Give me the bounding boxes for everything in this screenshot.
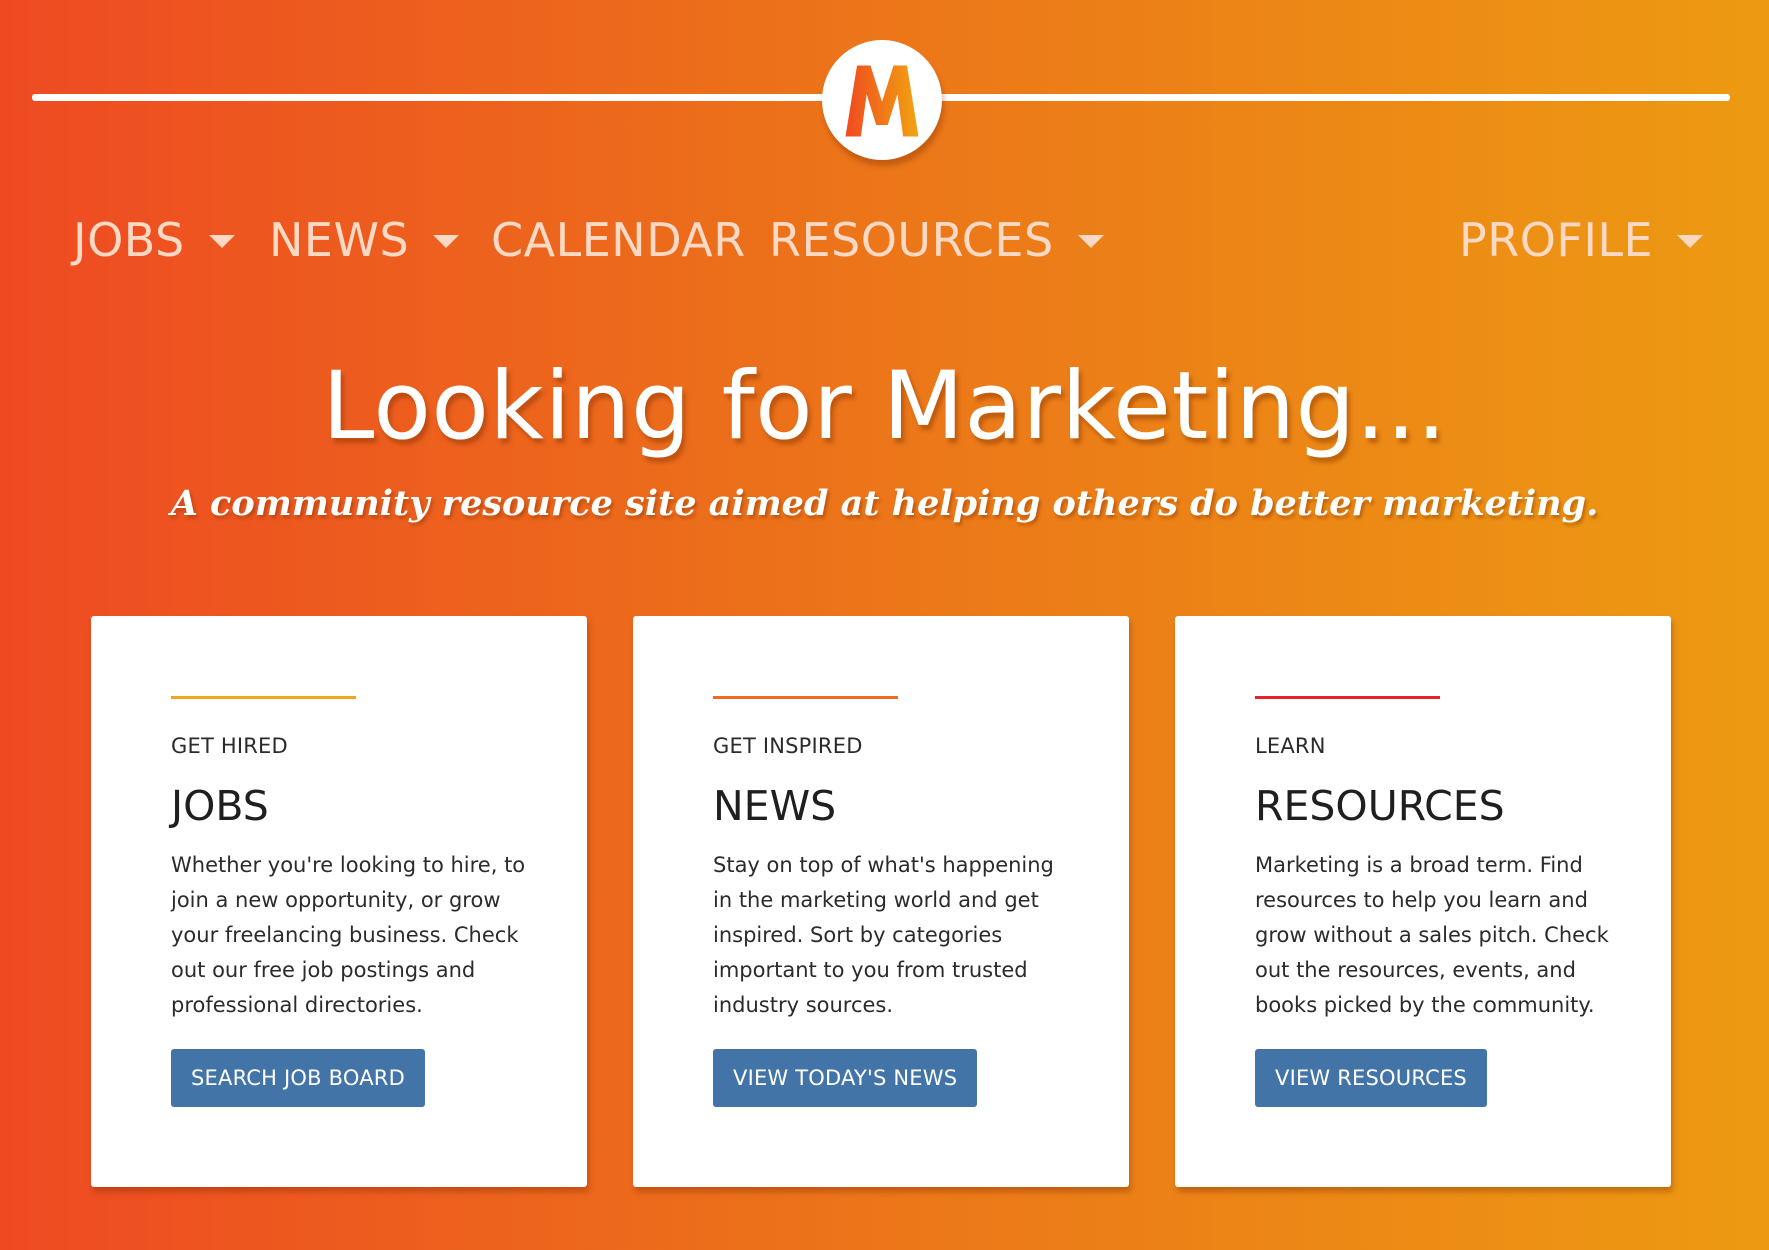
nav-item-news[interactable]: NEWS	[269, 205, 460, 275]
nav-item-label: PROFILE	[1459, 213, 1654, 267]
card-title: JOBS	[171, 782, 269, 830]
caret-down-icon	[208, 234, 235, 248]
hero-subtitle: A community resource site aimed at helpi…	[170, 483, 1599, 524]
card-accent-line	[713, 696, 898, 699]
card-description: Marketing is a broad term. Find resource…	[1255, 853, 1609, 1017]
card-accent-line	[171, 696, 356, 699]
nav-item-label: NEWS	[269, 213, 410, 267]
card-eyebrow: GET INSPIRED	[713, 734, 863, 758]
nav-item-jobs[interactable]: JOBS	[73, 205, 235, 275]
m-logo-icon	[845, 65, 919, 137]
nav-item-label: JOBS	[73, 213, 185, 267]
card-resources: LEARN RESOURCES Marketing is a broad ter…	[1175, 616, 1671, 1187]
caret-down-icon	[1677, 234, 1704, 248]
card-description: Whether you're looking to hire, to join …	[171, 853, 526, 1017]
main-nav: JOBS NEWS CALENDAR RESOURCES PROFILE	[0, 205, 1769, 275]
site-logo[interactable]	[822, 40, 942, 160]
nav-item-resources[interactable]: RESOURCES	[769, 205, 1104, 275]
card-jobs: GET HIRED JOBS Whether you're looking to…	[91, 616, 587, 1187]
hero-title: Looking for Marketing...	[322, 352, 1447, 461]
card-description: Stay on top of what's happening in the m…	[713, 853, 1054, 1017]
search-job-board-button[interactable]: SEARCH JOB BOARD	[171, 1049, 425, 1107]
card-news: GET INSPIRED NEWS Stay on top of what's …	[633, 616, 1129, 1187]
nav-item-calendar[interactable]: CALENDAR	[491, 205, 746, 275]
caret-down-icon	[1077, 234, 1104, 248]
nav-item-label: CALENDAR	[491, 213, 746, 267]
card-eyebrow: LEARN	[1255, 734, 1326, 758]
card-eyebrow: GET HIRED	[171, 734, 288, 758]
nav-item-label: RESOURCES	[769, 213, 1054, 267]
nav-item-profile[interactable]: PROFILE	[1459, 205, 1704, 275]
caret-down-icon	[433, 234, 460, 248]
card-accent-line	[1255, 696, 1440, 699]
view-todays-news-button[interactable]: VIEW TODAY'S NEWS	[713, 1049, 978, 1107]
card-title: NEWS	[713, 782, 837, 830]
view-resources-button[interactable]: VIEW RESOURCES	[1255, 1049, 1487, 1107]
card-title: RESOURCES	[1255, 782, 1505, 830]
